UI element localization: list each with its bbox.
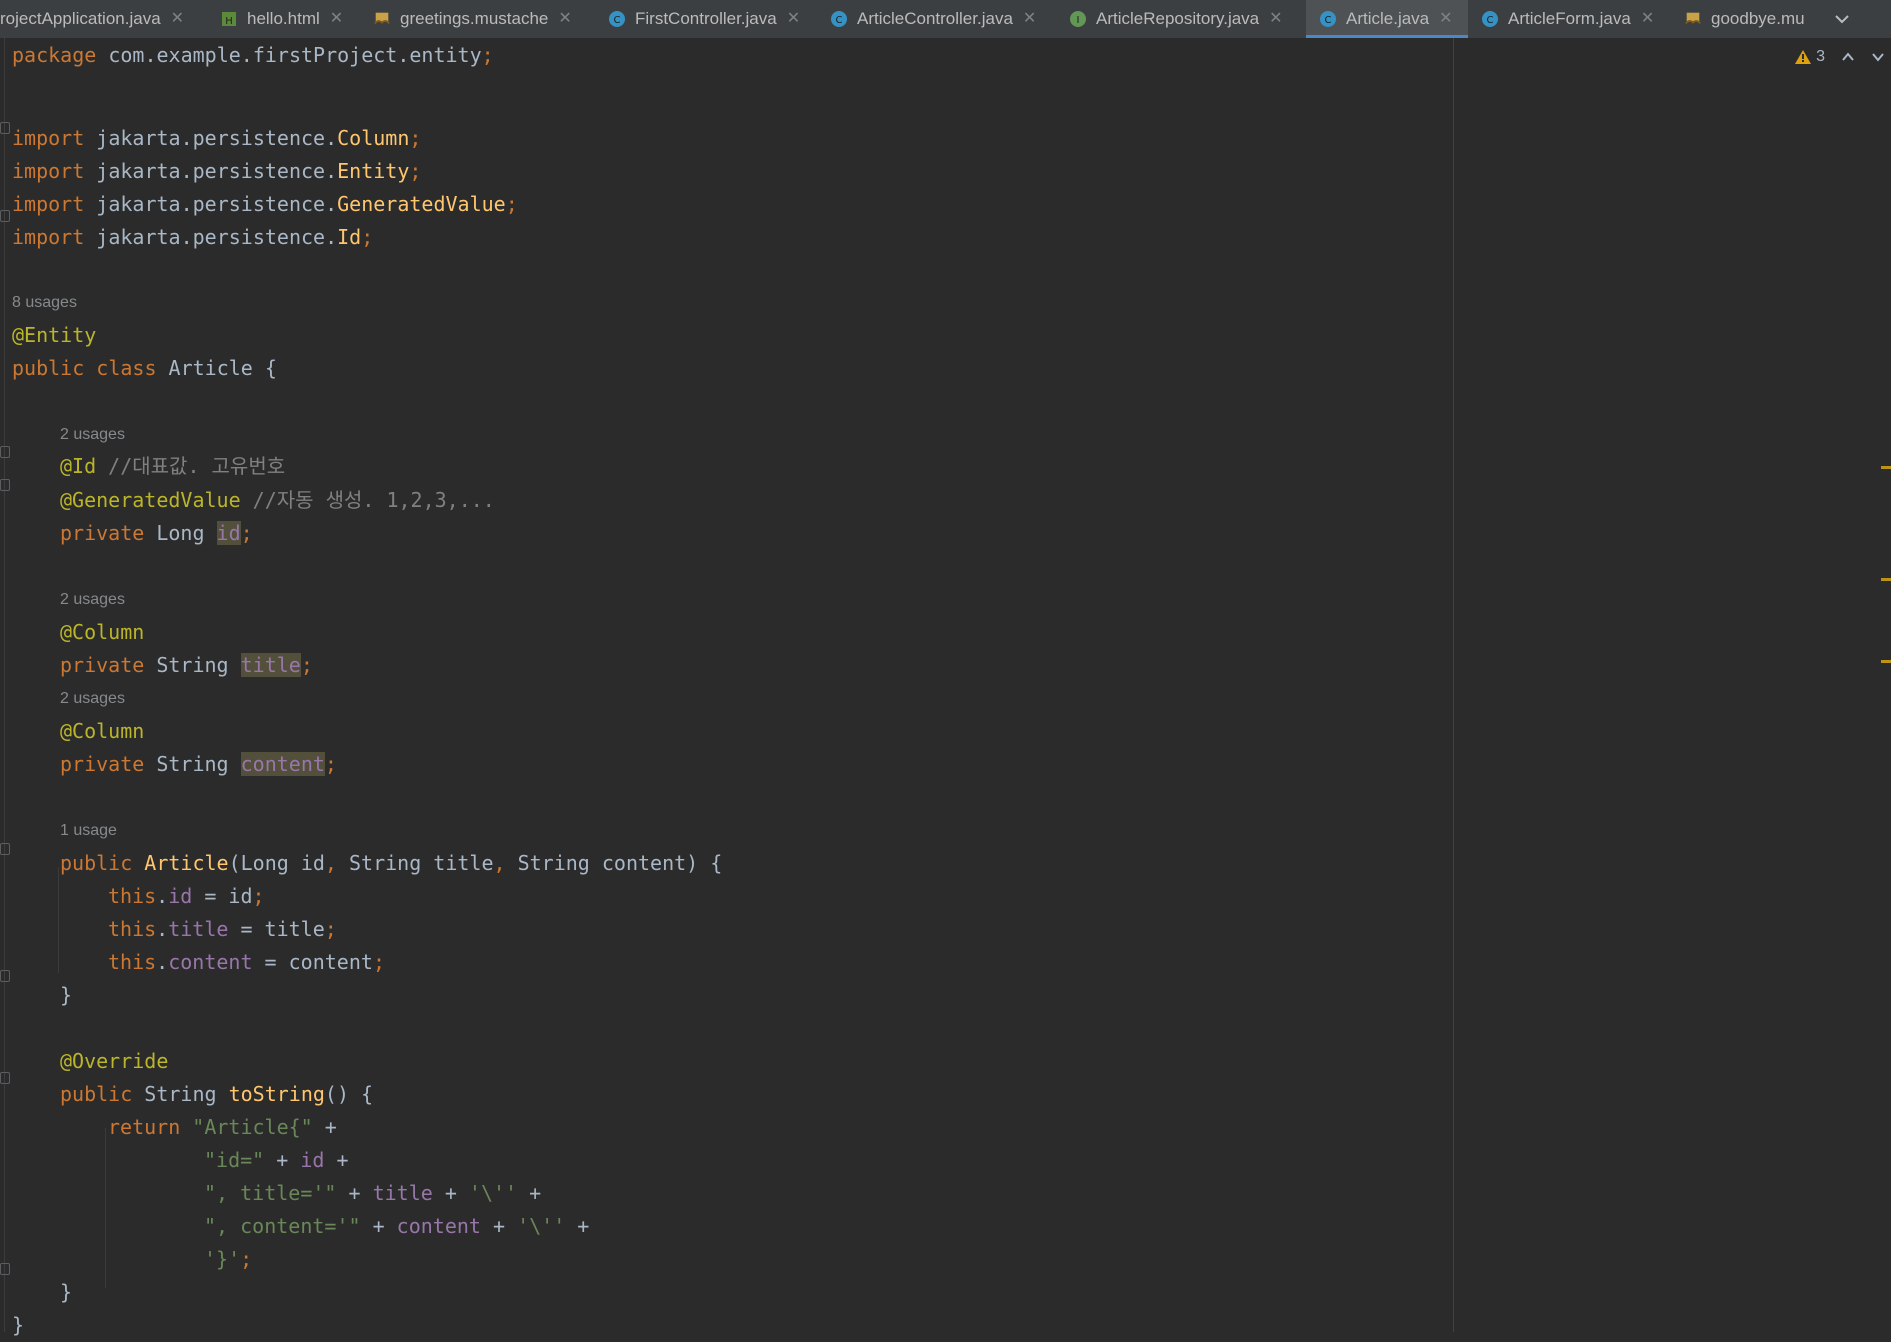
code-line-annotation-generatedvalue: @GeneratedValue //자동 생성. 1,2,3,... <box>60 488 495 512</box>
code-line-import-column: import jakarta.persistence.Column; <box>12 126 422 150</box>
tab-articlerepository[interactable]: I ArticleRepository.java ✕ <box>1069 0 1297 38</box>
tab-projectapplication[interactable]: rojectApplication.java ✕ <box>0 0 196 38</box>
code-line-assign-id: this.id = id; <box>108 884 265 908</box>
code-line-return-content: ", content='" + content + '\'' + <box>204 1214 590 1238</box>
warning-triangle-icon <box>1795 50 1812 64</box>
warning-stripe-marker[interactable] <box>1881 660 1891 663</box>
code-line-closing-brace: } <box>60 983 73 1007</box>
usages-hint[interactable]: 2 usages <box>60 682 125 715</box>
code-line-import-generatedvalue: import jakarta.persistence.GeneratedValu… <box>12 192 518 216</box>
svg-text:I: I <box>1077 15 1080 26</box>
svg-text:C: C <box>836 15 843 26</box>
indent-guide <box>58 867 59 973</box>
close-icon[interactable]: ✕ <box>1439 11 1452 27</box>
code-line-import-entity: import jakarta.persistence.Entity; <box>12 159 422 183</box>
svg-text:H: H <box>225 16 233 27</box>
mustache-file-icon <box>1684 10 1702 28</box>
close-icon[interactable]: ✕ <box>558 11 571 27</box>
tab-articlecontroller[interactable]: C ArticleController.java ✕ <box>830 0 1048 38</box>
code-line-field-title: private String title; <box>60 653 313 677</box>
code-line-field-id: private Long id; <box>60 521 253 545</box>
svg-text:C: C <box>614 15 621 26</box>
code-line-closing-brace: } <box>60 1280 73 1304</box>
mustache-file-icon <box>373 10 391 28</box>
html-file-icon: H <box>220 10 238 28</box>
warning-stripe-marker[interactable] <box>1881 578 1891 581</box>
tab-label: ArticleRepository.java <box>1096 9 1260 28</box>
java-class-icon: C <box>830 10 848 28</box>
tab-label: goodbye.mu <box>1711 9 1805 28</box>
next-highlight-button[interactable] <box>1869 46 1887 68</box>
chevron-down-icon <box>1835 15 1849 24</box>
usages-hint[interactable]: 2 usages <box>60 418 125 451</box>
warning-stripe-marker[interactable] <box>1881 466 1891 469</box>
editor-tab-bar: rojectApplication.java ✕ H hello.html ✕ … <box>0 0 1891 39</box>
tab-articleform[interactable]: C ArticleForm.java ✕ <box>1481 0 1666 38</box>
fold-marker[interactable] <box>0 210 10 222</box>
tab-list-dropdown[interactable] <box>1825 0 1859 38</box>
right-margin-guide <box>1453 38 1454 1332</box>
tab-greetings-mustache[interactable]: greetings.mustache ✕ <box>373 0 591 38</box>
fold-marker[interactable] <box>0 122 10 134</box>
code-line-return-end: '}'; <box>204 1247 253 1271</box>
code-line-annotation-id: @Id //대표값. 고유번호 <box>60 454 286 478</box>
code-line-return-title: ", title='" + title + '\'' + <box>204 1181 542 1205</box>
close-icon[interactable]: ✕ <box>787 11 800 27</box>
code-editor[interactable]: package com.example.firstProject.entity;… <box>0 38 1891 1337</box>
close-icon[interactable]: ✕ <box>330 11 343 27</box>
gutter-divider <box>4 38 5 1332</box>
code-line-constructor: public Article(Long id, String title, St… <box>60 851 723 875</box>
close-icon[interactable]: ✕ <box>171 11 184 27</box>
java-class-icon: C <box>1319 10 1337 28</box>
code-line-return: return "Article{" + <box>108 1115 337 1139</box>
previous-highlight-button[interactable] <box>1839 46 1857 68</box>
usages-hint[interactable]: 1 usage <box>60 814 117 847</box>
close-icon[interactable]: ✕ <box>1023 11 1036 27</box>
chevron-up-icon <box>1842 52 1854 61</box>
warning-count: 3 <box>1816 48 1825 65</box>
code-line-annotation-column: @Column <box>60 719 145 743</box>
tab-label: ArticleController.java <box>857 9 1013 28</box>
code-line-assign-title: this.title = title; <box>108 917 337 941</box>
close-icon[interactable]: ✕ <box>1269 11 1282 27</box>
java-class-icon: C <box>608 10 626 28</box>
code-line-assign-content: this.content = content; <box>108 950 385 974</box>
java-class-icon: C <box>1481 10 1499 28</box>
tab-label: greetings.mustache <box>400 9 549 28</box>
tab-goodbye-mustache[interactable]: goodbye.mu <box>1684 0 1824 38</box>
code-line-annotation-override: @Override <box>60 1049 169 1073</box>
code-line-class-declaration: public class Article { <box>12 356 277 380</box>
code-line-field-content: private String content; <box>60 752 337 776</box>
inspection-widget[interactable]: 3 <box>1794 46 1825 68</box>
fold-marker[interactable] <box>0 970 10 982</box>
tab-label: rojectApplication.java <box>0 9 161 28</box>
tab-label: hello.html <box>247 9 320 28</box>
code-line-import-id: import jakarta.persistence.Id; <box>12 225 374 249</box>
tab-article-java[interactable]: C Article.java ✕ <box>1306 0 1468 38</box>
svg-text:C: C <box>1325 15 1332 26</box>
fold-marker[interactable] <box>0 1263 10 1275</box>
tab-label: FirstController.java <box>635 9 777 28</box>
usages-hint[interactable]: 2 usages <box>60 583 125 616</box>
usages-hint[interactable]: 8 usages <box>12 286 77 319</box>
code-line-tostring: public String toString() { <box>60 1082 374 1106</box>
svg-text:C: C <box>1487 15 1494 26</box>
tab-label: ArticleForm.java <box>1508 9 1631 28</box>
tab-firstcontroller[interactable]: C FirstController.java ✕ <box>608 0 808 38</box>
tab-hello-html[interactable]: H hello.html ✕ <box>220 0 355 38</box>
fold-marker[interactable] <box>0 479 10 491</box>
code-line-return-id: "id=" + id + <box>204 1148 349 1172</box>
code-line-annotation-entity: @Entity <box>12 323 97 347</box>
chevron-down-icon <box>1872 53 1884 62</box>
code-line-package: package com.example.firstProject.entity; <box>12 43 494 67</box>
code-line-class-closing-brace: } <box>12 1313 25 1337</box>
tab-label: Article.java <box>1346 9 1430 28</box>
code-line-annotation-column: @Column <box>60 620 145 644</box>
indent-guide <box>105 1128 106 1288</box>
close-icon[interactable]: ✕ <box>1641 11 1654 27</box>
java-interface-icon: I <box>1069 10 1087 28</box>
fold-marker[interactable] <box>0 1072 10 1084</box>
fold-marker[interactable] <box>0 843 10 855</box>
fold-marker[interactable] <box>0 446 10 458</box>
